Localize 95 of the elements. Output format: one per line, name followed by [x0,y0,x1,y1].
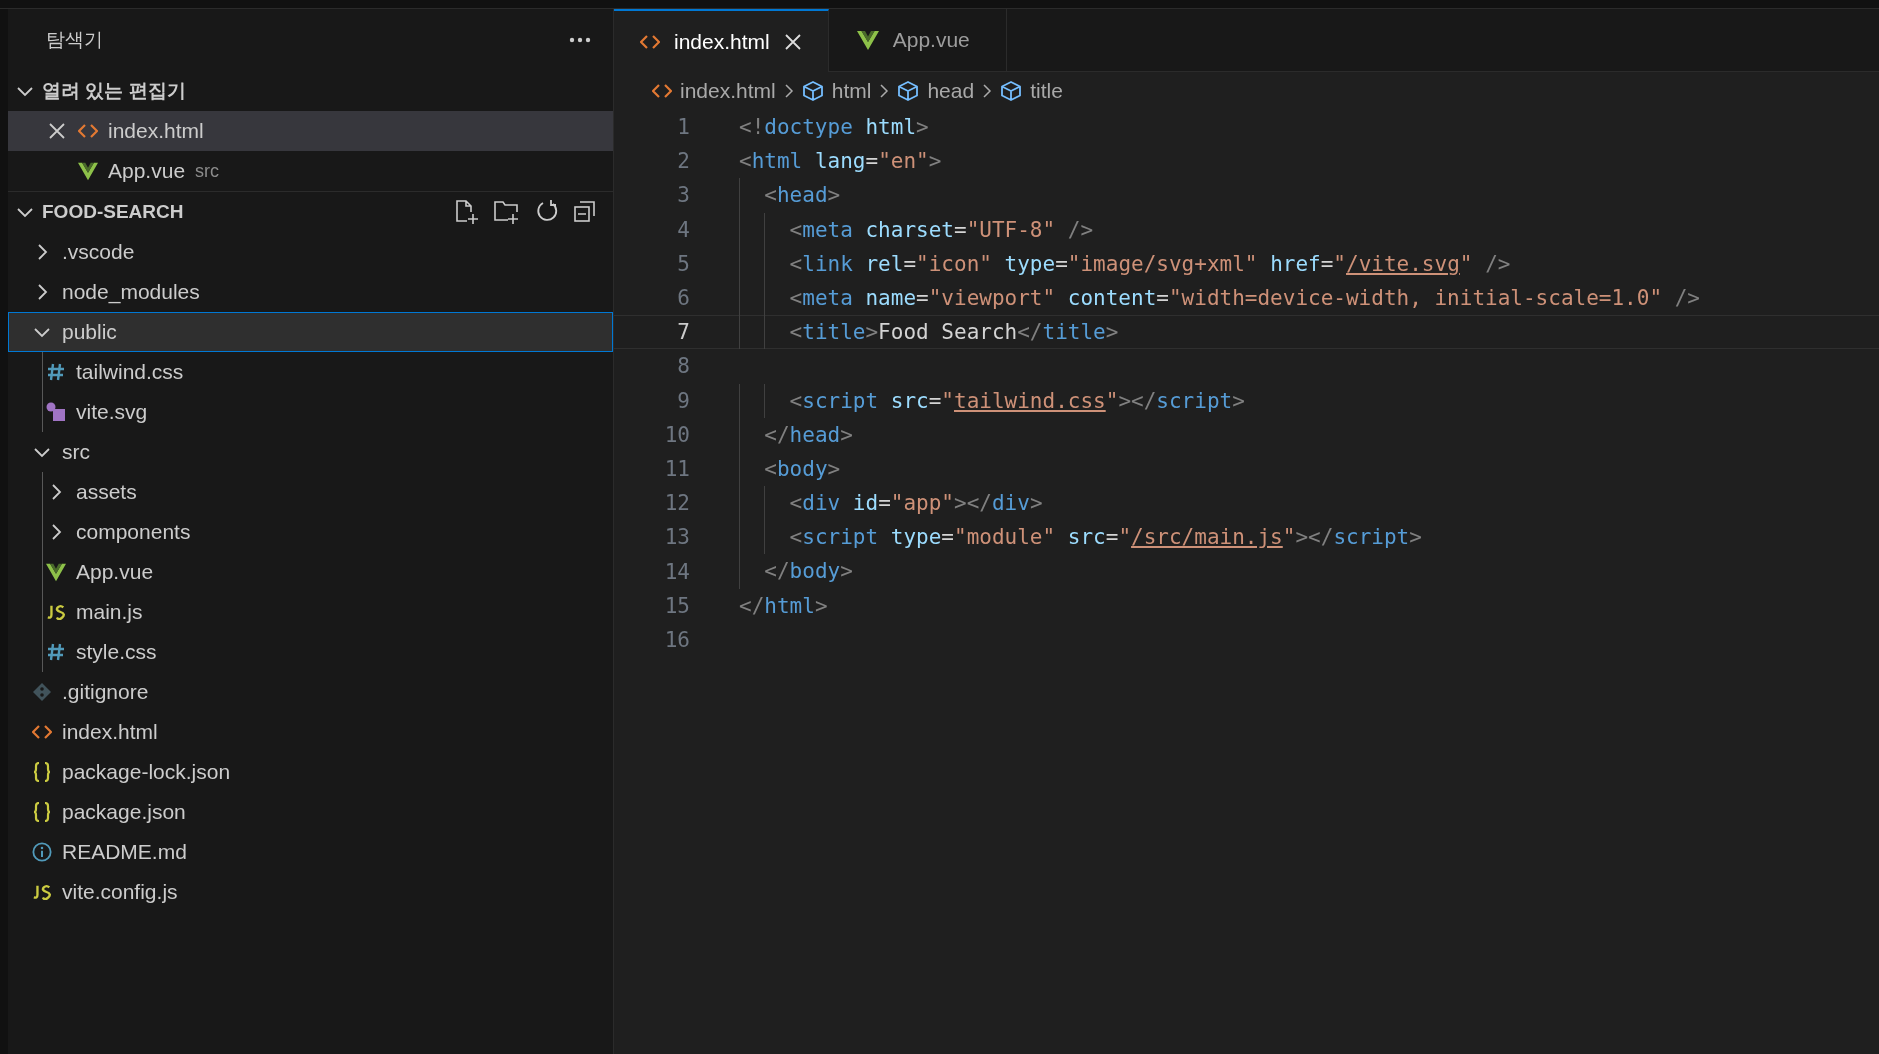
line-number: 9 [676,388,690,413]
file-name: .vscode [62,240,135,264]
file-name: src [62,440,90,464]
file-name: vite.svg [76,400,148,424]
section-title[interactable]: 열려 있는 편집기 [42,78,613,104]
file-name: index.html [62,720,158,744]
line-number: 6 [676,286,690,311]
tree-item[interactable]: main.js [8,592,613,632]
file-name: node_modules [62,280,200,304]
code-brackets-icon [640,33,660,50]
file-name: tailwind.css [76,360,184,384]
tree-item[interactable]: node_modules [8,272,613,312]
open-editor-item[interactable]: App.vue src [8,151,613,191]
code-brackets-icon [652,83,672,99]
tree-item[interactable]: package-lock.json [8,752,613,792]
file-name: .gitignore [62,680,149,704]
file-name: main.js [76,600,143,624]
tree-item[interactable]: tailwind.css [8,352,613,392]
breadcrumb-item[interactable]: title [1000,79,1063,103]
hash-icon [47,643,65,661]
hash-icon [47,363,65,381]
tree-item[interactable]: assets [8,472,613,512]
chevron-right-icon [982,83,993,99]
new-folder-icon[interactable] [493,199,521,225]
tree-item[interactable]: App.vue [8,552,613,592]
cube-icon [897,80,920,102]
braces-icon [32,802,52,822]
line-number: 10 [663,422,690,447]
tree-item[interactable]: vite.config.js [8,872,613,912]
file-name: README.md [62,840,187,864]
breadcrumb-item[interactable]: index.html [652,79,776,103]
js-icon [32,884,52,900]
file-name: vite.config.js [62,880,178,904]
line-number: 3 [676,183,690,208]
file-name: index.html [108,119,204,143]
line-number: 12 [663,491,690,516]
panel-title: 탐색기 [46,28,103,52]
folder-hint: src [195,160,220,182]
v-logo-icon [46,562,66,582]
close-icon[interactable] [783,32,802,51]
cube-icon [801,80,824,102]
editor-tab[interactable]: index.html [614,9,829,72]
code-brackets-icon [78,123,98,139]
section-title[interactable]: FOOD-SEARCH [42,201,445,223]
js-icon [46,604,66,620]
code-line: <html lang="en"> [739,148,942,176]
file-name: public [62,320,117,344]
file-name: assets [76,480,137,504]
cube-icon [1000,80,1023,102]
line-number: 13 [663,525,690,550]
tree-item[interactable]: src [8,432,613,472]
v-logo-icon [856,30,879,50]
tree-item[interactable]: package.json [8,792,613,832]
collapse-all-icon[interactable] [573,199,597,223]
tree-item[interactable]: .vscode [8,232,613,272]
tree-item[interactable]: README.md [8,832,613,872]
file-name: App.vue [108,159,186,183]
diamond-icon [32,682,52,702]
line-number: 14 [663,559,690,584]
file-name: components [76,520,191,544]
braces-icon [32,762,52,782]
code-line: </html> [739,592,828,620]
info-icon [32,841,52,863]
line-number: 11 [663,456,690,481]
file-name: App.vue [76,560,154,584]
file-name: style.css [76,640,157,664]
file-name: package-lock.json [62,760,231,784]
line-number: 16 [663,627,690,652]
line-number: 7 [676,320,690,345]
tree-item[interactable]: components [8,512,613,552]
code-line: <!doctype html> [739,114,929,141]
tree-item[interactable]: .gitignore [8,672,613,712]
tree-item[interactable]: public [8,312,613,352]
breadcrumb-item[interactable]: html [801,79,872,103]
line-number: 1 [676,115,690,140]
chevron-right-icon [879,83,890,99]
refresh-icon[interactable] [535,199,559,223]
open-editor-item[interactable]: index.html [8,111,613,151]
more-icon[interactable] [569,37,591,43]
chevron-right-icon [783,83,794,99]
v-logo-icon [78,161,98,181]
new-file-icon[interactable] [453,199,479,225]
code-brackets-icon [32,724,52,740]
line-number: 15 [663,593,690,618]
file-name: package.json [62,800,186,824]
breadcrumb-item[interactable]: head [897,79,975,103]
line-number: 2 [676,149,690,174]
line-number: 8 [676,354,690,379]
close-icon[interactable] [48,122,66,140]
tree-item[interactable]: vite.svg [8,392,613,432]
shapes-icon [46,402,66,422]
tree-item[interactable]: index.html [8,712,613,752]
tree-item[interactable]: style.css [8,632,613,672]
line-number: 5 [676,251,690,276]
line-number: 4 [676,217,690,242]
